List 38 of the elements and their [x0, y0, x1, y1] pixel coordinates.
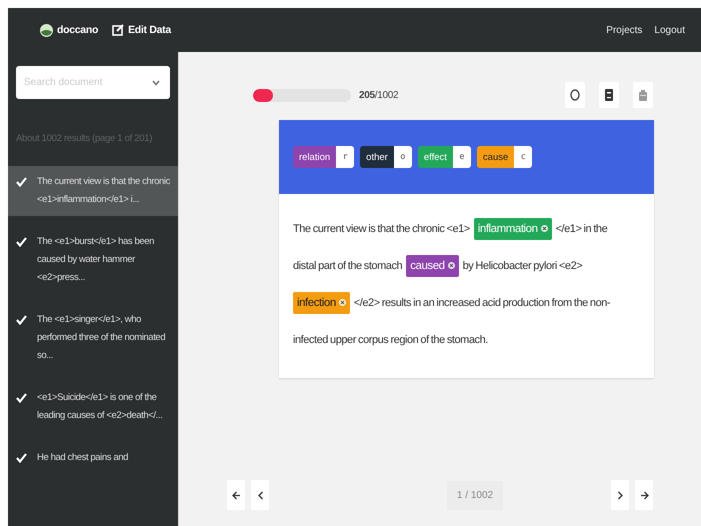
document-text: </e1> in the	[556, 222, 608, 234]
first-page-button[interactable]	[227, 480, 245, 510]
close-icon	[338, 299, 346, 306]
chevron-right-icon	[618, 490, 622, 500]
clipboard-button[interactable]	[633, 82, 653, 108]
document-text: </e2> results in an increased acid production from the non-	[354, 296, 610, 308]
entity-highlight[interactable]: infection	[293, 292, 350, 314]
book-button[interactable]	[599, 82, 619, 108]
book-icon	[605, 89, 613, 101]
arrow-left-icon	[232, 490, 240, 500]
chevron-down-icon	[152, 80, 160, 86]
close-icon	[540, 225, 548, 232]
page-indicator: 1 / 1002	[446, 480, 504, 510]
document-text: by Helicobacter pylori <e2>	[462, 260, 582, 272]
document-text: infected upper corpus region of the stomach.	[293, 334, 488, 346]
edit-data-link[interactable]: Edit Data	[112, 24, 171, 36]
logo-icon	[40, 24, 53, 36]
circle-icon	[570, 89, 580, 101]
nav-link[interactable]: Logout	[654, 24, 685, 36]
document-list-item[interactable]: The <e1>singer</e1>, who performed three of the nominated so...	[8, 304, 178, 372]
brand-name[interactable]: doccano	[57, 24, 98, 36]
chevron-left-icon	[258, 490, 262, 500]
clipboard-icon	[639, 90, 647, 100]
progress-count: 205/1002	[359, 90, 398, 100]
document-text: The current view is that the chronic <e1>	[293, 222, 470, 234]
document-text: distal part of the stomach	[293, 260, 402, 272]
document-list-item[interactable]: The <e1>burst</e1> has been caused by water hammer <e2>press...	[8, 226, 178, 294]
last-page-button[interactable]	[635, 480, 653, 510]
document-list-item[interactable]: <e1>Suicide</e1> is one of the leading causes of <e2>death</...	[8, 382, 178, 432]
entity-highlight[interactable]: caused	[406, 254, 459, 276]
edit-icon	[112, 24, 124, 36]
circle-button[interactable]	[565, 82, 585, 108]
arrow-right-icon	[640, 490, 648, 500]
nav-link[interactable]: Projects	[606, 24, 642, 36]
next-button[interactable]	[611, 480, 629, 510]
close-icon	[448, 262, 455, 269]
document-list-item[interactable]: He had chest pains and	[8, 442, 178, 474]
document-list-item[interactable]: The current view is that the chronic <e1>inflammation</e1> i...	[8, 166, 178, 216]
